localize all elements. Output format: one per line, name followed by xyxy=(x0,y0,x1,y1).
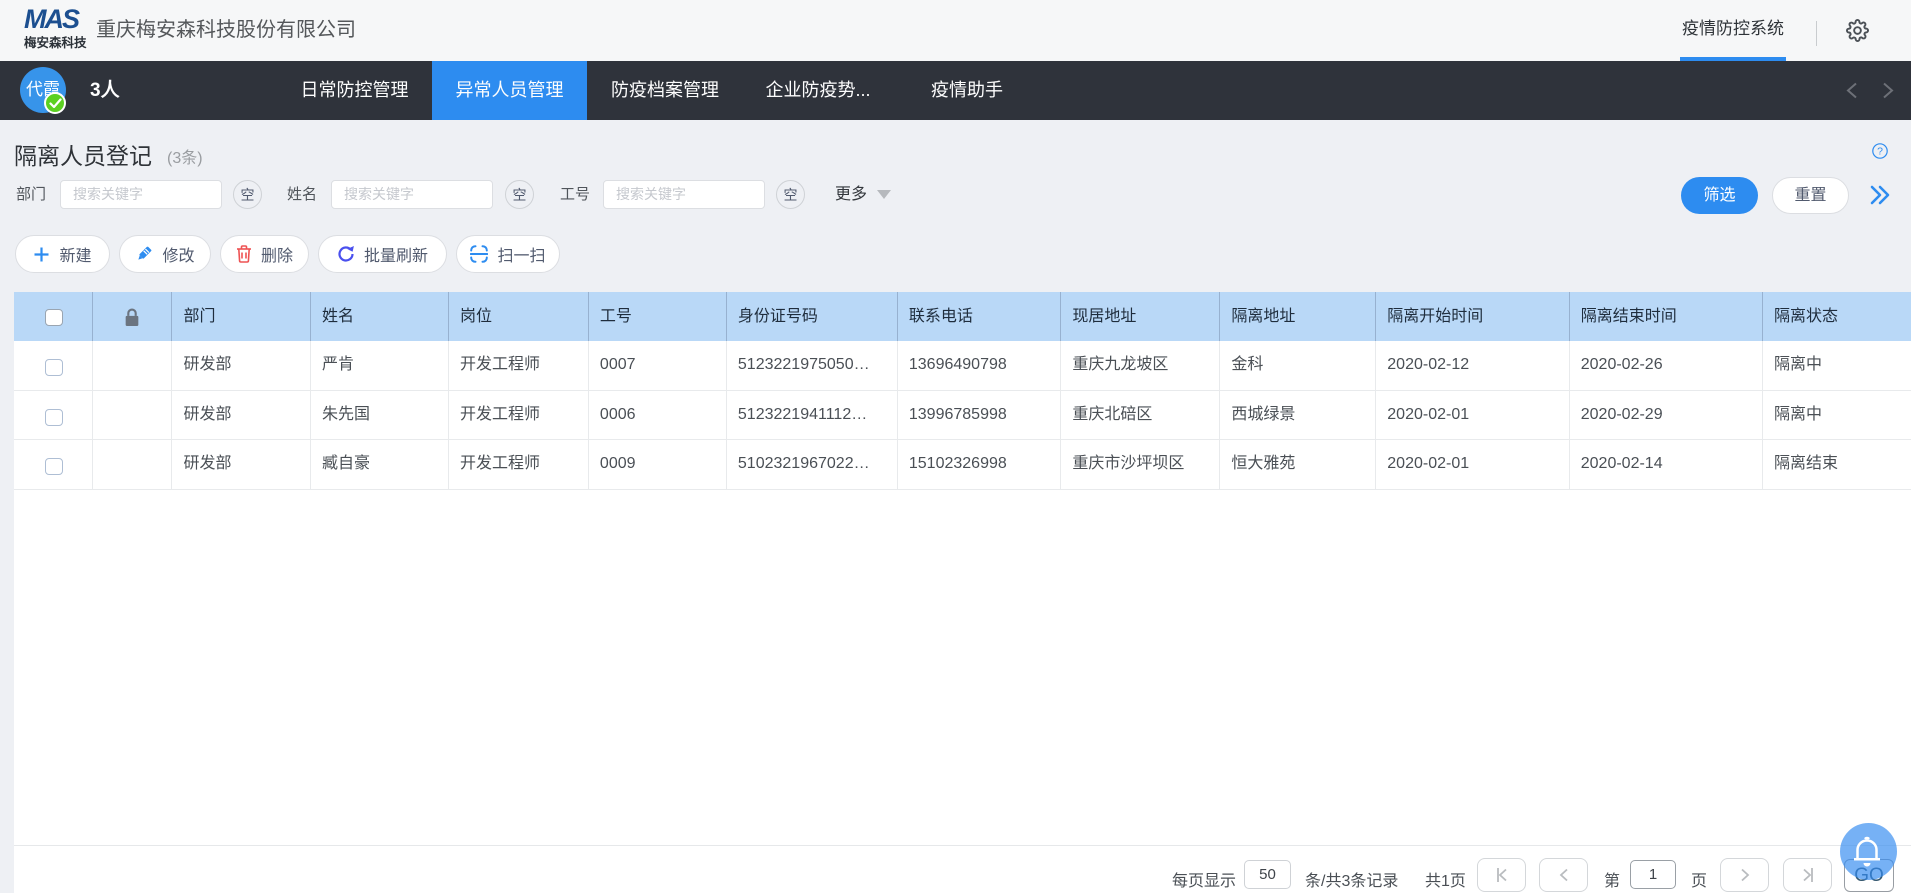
svg-text:?: ? xyxy=(1877,146,1883,158)
